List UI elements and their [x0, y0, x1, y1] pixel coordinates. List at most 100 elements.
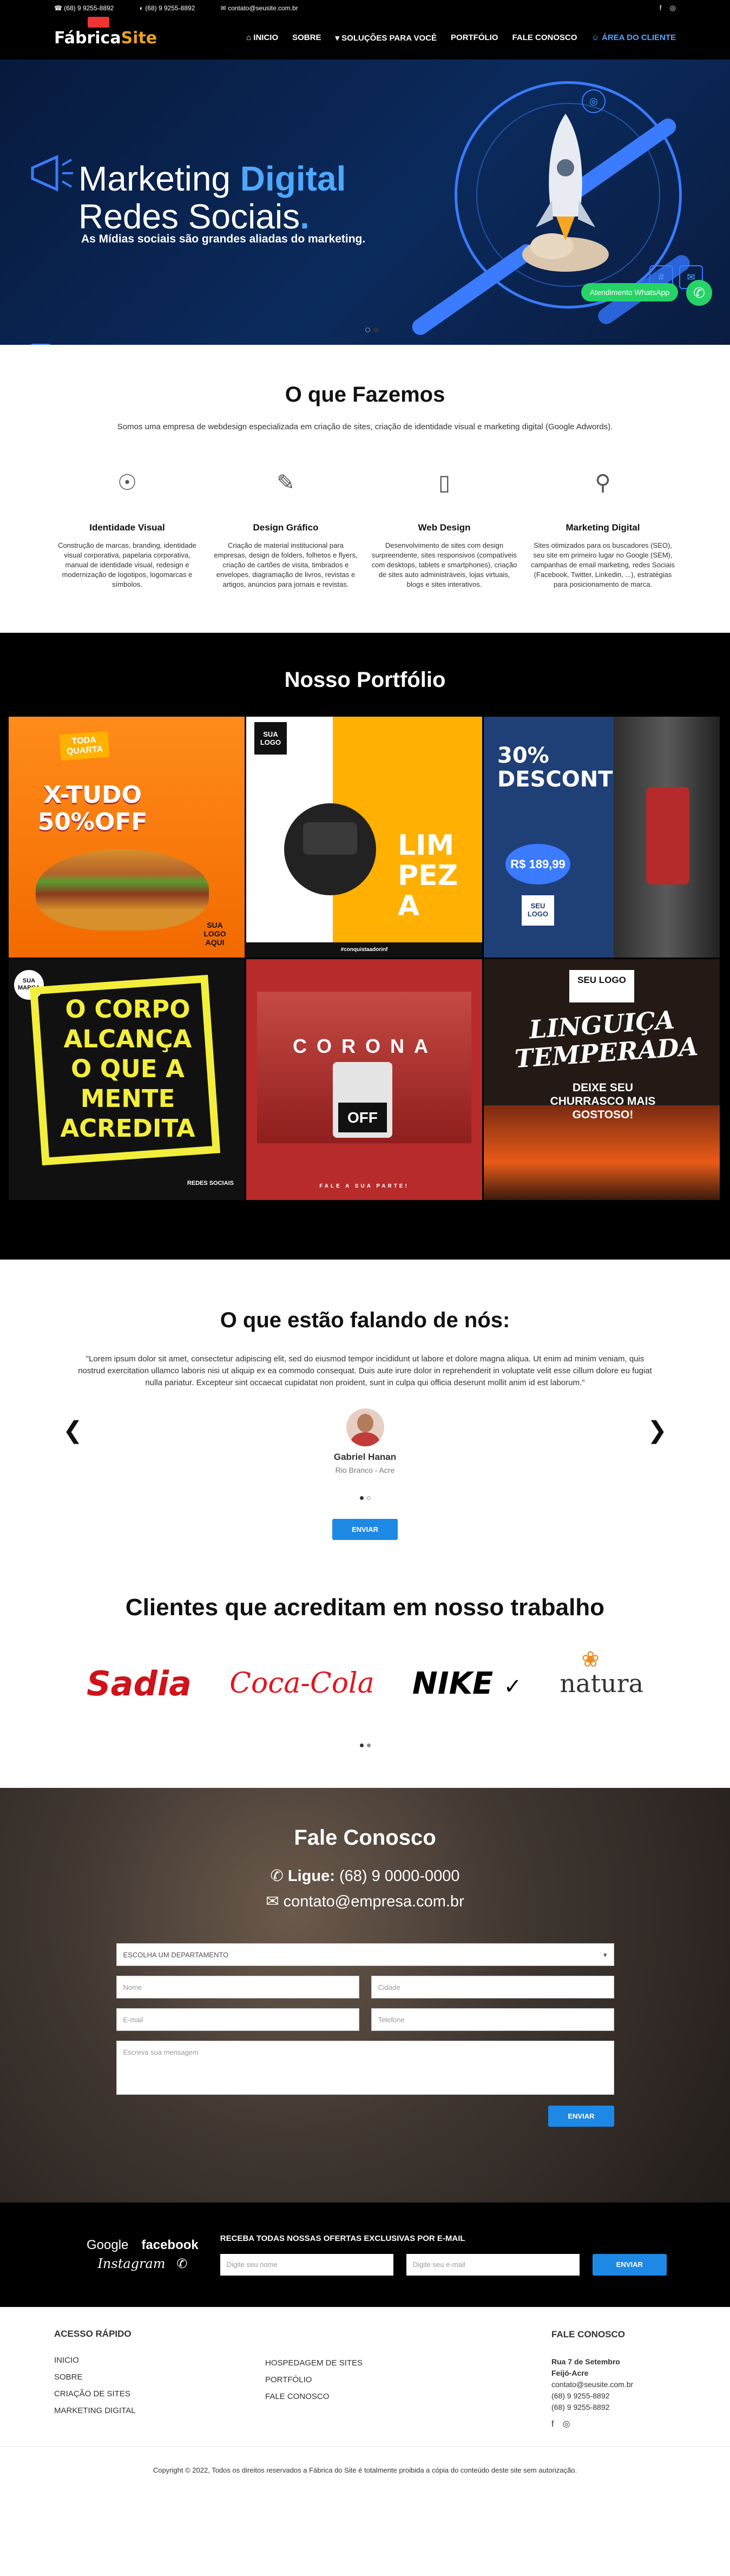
copyright: Copyright © 2022, Todos os direitos rese… — [0, 2446, 730, 2494]
hero-title: Marketing Digital Redes Sociais. — [78, 159, 346, 236]
portfolio-item[interactable]: 30% DESCONTO R$ 189,99 SEU LOGO — [484, 717, 720, 958]
topbar-whatsapp[interactable]: ◐ (68) 9 9255-8892 — [140, 4, 207, 12]
clients-section: Clientes que acreditam em nosso trabalho… — [0, 1572, 730, 1788]
footer-link[interactable]: INICIO — [54, 2356, 265, 2365]
whatsapp-icon: ✆ — [176, 2257, 188, 2271]
nav-fale-conosco[interactable]: FALE CONOSCO — [512, 33, 577, 43]
topbar-email[interactable]: ✉ contato@seusite.com.br — [221, 4, 310, 12]
nav-portfolio[interactable]: PORTFÓLIO — [451, 33, 498, 43]
testimonial-submit-button[interactable]: ENVIAR — [332, 1519, 398, 1540]
portfolio-title: Nosso Portfólio — [284, 668, 446, 692]
portfolio-footer-text: FALE A SUA PARTE! — [319, 1183, 409, 1189]
avatar — [346, 1408, 384, 1446]
phone-input[interactable]: Telefone — [371, 2008, 614, 2031]
nav-solucoes[interactable]: ▾ SOLUÇÕES PARA VOCÊ — [335, 33, 437, 43]
service-text: Criação de material institucional para e… — [214, 541, 358, 588]
prev-arrow-icon[interactable]: ❮ — [63, 1417, 83, 1444]
footer-link[interactable]: CRIAÇÃO DE SITES — [54, 2389, 265, 2398]
testimonial-city: Rio Branco - Acre — [335, 1466, 395, 1474]
footer-address: Rua 7 de Setembro — [551, 2357, 620, 2366]
footer-phone[interactable]: (68) 9 9255-8892 — [551, 2402, 676, 2413]
instagram-icon[interactable]: ◎ — [562, 2420, 570, 2429]
magnifier-icon: ⚲ — [595, 471, 611, 495]
facebook-icon: f — [30, 344, 51, 345]
facebook-icon[interactable]: f — [660, 4, 662, 12]
footer-phone[interactable]: (68) 9 9255-8892 — [551, 2390, 676, 2402]
portfolio-item[interactable]: CORONA OFF FALE A SUA PARTE! — [246, 959, 482, 1200]
newsletter-submit-button[interactable]: ENVIAR — [592, 2254, 667, 2276]
email-input[interactable]: E-mail — [116, 2008, 359, 2031]
slider-dot[interactable] — [359, 1496, 364, 1500]
portfolio-item[interactable]: SEU LOGO LINGUIÇA TEMPERADA DEIXE SEU CH… — [484, 959, 720, 1200]
slider-dot[interactable] — [359, 1743, 364, 1747]
slider-dot[interactable] — [366, 1743, 371, 1747]
newsletter-name-input[interactable]: Digite seu nome — [220, 2254, 393, 2276]
hero-subtitle: As Mídias sociais são grandes aliadas do… — [81, 233, 366, 245]
contact-email[interactable]: ✉ contato@empresa.com.br — [0, 1892, 730, 1911]
google-logo: Google — [87, 2238, 129, 2252]
slider-dot[interactable] — [366, 1496, 371, 1500]
footer-link[interactable]: PORTFÓLIO — [265, 2375, 363, 2384]
topbar-phone-1[interactable]: ☎ (68) 9 9255-8892 — [54, 4, 126, 12]
natura-logo: ❀ natura — [560, 1647, 643, 1698]
footer-link[interactable]: SOBRE — [54, 2372, 265, 2382]
nav-home-icon[interactable]: ⌂ INICIO — [246, 33, 278, 43]
portfolio-item[interactable]: TODA QUARTA X-TUDO 50%OFF SUA LOGO AQUI — [9, 717, 245, 958]
envelope-icon: ✉ — [266, 1893, 279, 1910]
nav-area-cliente[interactable]: ☺ ÁREA DO CLIENTE — [591, 33, 676, 43]
testimonials-title: O que estão falando de nós: — [220, 1308, 510, 1332]
portfolio-headline: CORONA — [293, 1035, 438, 1057]
service-title: Web Design — [418, 522, 471, 533]
tablet-icon: ▯ — [438, 471, 450, 495]
footer-email[interactable]: contato@seusite.com.br — [551, 2379, 676, 2390]
footer-link[interactable]: MARKETING DIGITAL — [54, 2406, 265, 2415]
slider-dot[interactable] — [373, 327, 378, 332]
services-list: ☉ Identidade Visual Construção de marcas… — [0, 458, 730, 589]
portfolio-price: R$ 189,99 — [505, 844, 570, 884]
newsletter-title: RECEBA TODAS NOSSAS OFERTAS EXCLUSIVAS P… — [220, 2234, 465, 2243]
hero-slider: ◎ # ✉ f Marketing Digital Redes Sociais.… — [0, 60, 730, 345]
footer: ACESSO RÁPIDO INICIO SOBRE CRIAÇÃO DE SI… — [0, 2307, 730, 2446]
site-logo[interactable]: FábricaSite — [54, 16, 157, 48]
portfolio-headline: O CORPO ALCANÇA O QUE A MENTE ACREDITA — [60, 995, 195, 1143]
service-text: Construção de marcas, branding, identida… — [58, 541, 196, 588]
services-title: O que Fazemos — [285, 383, 445, 407]
portfolio-logo-text: SEU LOGO — [522, 895, 554, 926]
portfolio-section: Nosso Portfólio TODA QUARTA X-TUDO 50%OF… — [0, 633, 730, 1260]
main-nav: ⌂ INICIO SOBRE ▾ SOLUÇÕES PARA VOCÊ PORT… — [246, 33, 676, 43]
portfolio-item[interactable]: SUA LOGO LIMPEZA #conquistaadorinf — [246, 717, 482, 958]
slider-dot[interactable] — [365, 327, 370, 332]
newsletter-section: Google facebook Instagram ✆ RECEBA TODAS … — [0, 2203, 730, 2307]
service-title: Design Gráfico — [253, 522, 319, 533]
newsletter-email-input[interactable]: Digite seu e-mail — [406, 2254, 580, 2276]
portfolio-tagline: DEIXE SEU CHURRASCO MAIS GOSTOSO! — [550, 1081, 656, 1121]
message-textarea[interactable]: Escreva sua mensagem — [116, 2041, 614, 2095]
footer-contact: FALE CONOSCO Rua 7 de Setembro Feijó-Acr… — [551, 2329, 676, 2430]
user-icon: ☺ — [591, 33, 600, 42]
whatsapp-badge[interactable]: Atendimento WhatsApp — [581, 283, 679, 301]
contact-title: Fale Conosco — [294, 1826, 436, 1850]
rocket-icon — [522, 114, 609, 272]
service-card: ▯ Web Design Desenvolvimento de sites co… — [371, 458, 517, 589]
contact-phone[interactable]: ✆ Ligue: (68) 9 0000-0000 — [0, 1866, 730, 1885]
footer-link[interactable]: FALE CONOSCO — [265, 2392, 363, 2401]
nike-logo: NIKE ✓ — [412, 1666, 522, 1701]
name-input[interactable]: Nome — [116, 1976, 359, 1998]
contact-submit-button[interactable]: ENVIAR — [548, 2106, 614, 2127]
instagram-icon[interactable]: ◎ — [670, 4, 676, 12]
portfolio-item[interactable]: SUA MARCA O CORPO ALCANÇA O QUE A MENTE … — [9, 959, 245, 1200]
facebook-icon[interactable]: f — [551, 2420, 554, 2429]
testimonial-quote: "Lorem ipsum dolor sit amet, consectetur… — [78, 1354, 652, 1387]
whatsapp-icon[interactable]: ✆ — [686, 280, 712, 306]
footer-link[interactable]: HOSPEDAGEM DE SITES — [265, 2358, 363, 2368]
portfolio-logo-text: SUA LOGO — [254, 722, 287, 755]
portfolio-footer-text: #conquistaadorinf — [246, 942, 482, 958]
department-select[interactable]: ESCOLHA UM DEPARTAMENTO ▾ — [116, 1943, 614, 1966]
phone-icon: ✆ — [270, 1867, 284, 1885]
nav-sobre[interactable]: SOBRE — [292, 33, 321, 43]
portfolio-logo-text: SEU LOGO — [569, 970, 634, 1002]
service-card: ✎ Design Gráfico Criação de material ins… — [213, 458, 359, 589]
city-input[interactable]: Cidade — [371, 1976, 614, 1998]
next-arrow-icon[interactable]: ❯ — [647, 1417, 667, 1444]
clients-dots — [0, 1740, 730, 1750]
